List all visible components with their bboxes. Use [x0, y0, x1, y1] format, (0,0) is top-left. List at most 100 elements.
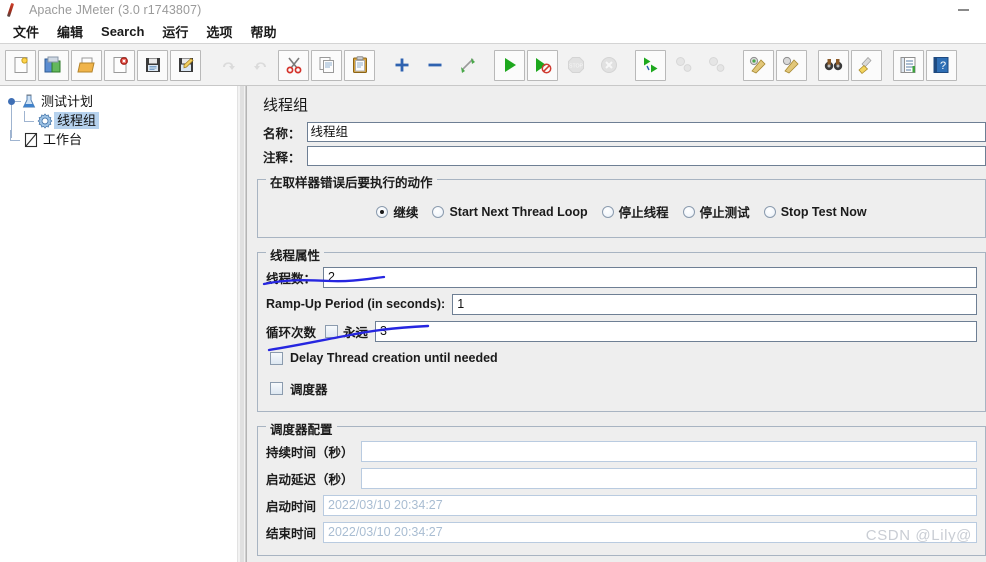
- thread-group-gear-icon: [36, 112, 54, 130]
- minimize-button[interactable]: [940, 0, 986, 20]
- delay-thread-creation-row[interactable]: Delay Thread creation until needed: [270, 347, 977, 369]
- remote-start-all-icon[interactable]: [635, 49, 666, 81]
- thread-properties-group: 线程属性 线程数： 2 Ramp-Up Period (in seconds):…: [257, 245, 986, 412]
- tree-node-workbench[interactable]: 工作台: [6, 130, 237, 149]
- cut-scissors-icon[interactable]: [278, 49, 309, 81]
- start-play-icon[interactable]: [494, 49, 525, 81]
- tree-node-thread-group[interactable]: 线程组: [6, 111, 237, 130]
- toolbar-separator: [808, 50, 817, 81]
- radio-stop-thread[interactable]: 停止线程: [601, 202, 669, 221]
- test-plan-tree-panel: 测试计划 线程组 工作台: [0, 86, 237, 562]
- templates-icon[interactable]: [38, 49, 69, 81]
- duration-input[interactable]: [360, 440, 977, 462]
- startup-delay-label: 启动延迟（秒）: [266, 472, 354, 487]
- window-titlebar: Apache JMeter (3.0 r1743807): [0, 0, 986, 20]
- radio-icon: [682, 205, 695, 218]
- tree-node-label: 线程组: [54, 112, 100, 129]
- jmeter-feather-icon: [3, 1, 23, 19]
- end-time-label: 结束时间: [266, 526, 317, 541]
- loop-count-label: 循环次数: [266, 325, 317, 340]
- duration-row: 持续时间（秒）: [266, 439, 977, 463]
- csdn-watermark: CSDN @Lily@: [865, 527, 972, 544]
- save-as-icon[interactable]: [170, 49, 201, 81]
- start-no-timers-icon[interactable]: [527, 49, 558, 81]
- delay-thread-creation-checkbox[interactable]: [270, 351, 283, 365]
- forever-checkbox[interactable]: [325, 324, 339, 338]
- on-sampler-error-radios: 继续 Start Next Thread Loop 停止线程 停止测试 Stop…: [266, 192, 977, 229]
- toolbar-separator: [733, 50, 742, 81]
- toolbar-separator: [883, 50, 892, 81]
- paste-clipboard-icon[interactable]: [344, 49, 375, 81]
- radio-icon: [763, 205, 776, 218]
- toolbar: STOP ?: [0, 45, 986, 86]
- menubar: 文件 编辑 Search 运行 选项 帮助: [0, 20, 986, 44]
- redo-icon: [245, 50, 276, 81]
- page-title: 线程组: [263, 97, 309, 114]
- num-threads-input[interactable]: 2: [323, 266, 977, 288]
- remote-shutdown-all-icon: [701, 50, 732, 81]
- forever-label: 永远: [343, 325, 369, 340]
- save-icon[interactable]: [137, 49, 168, 81]
- ramp-up-input[interactable]: 1: [452, 293, 977, 315]
- tree-expand-handle-icon[interactable]: [6, 92, 21, 111]
- expand-all-plus-icon[interactable]: [386, 50, 417, 81]
- ramp-up-row: Ramp-Up Period (in seconds): 1: [266, 292, 977, 316]
- help-icon[interactable]: ?: [926, 49, 957, 81]
- menu-search[interactable]: Search: [92, 22, 153, 41]
- comment-input[interactable]: [306, 146, 986, 166]
- num-threads-row: 线程数： 2: [266, 265, 977, 289]
- clear-icon[interactable]: [743, 49, 774, 81]
- menu-run[interactable]: 运行: [153, 20, 197, 43]
- toolbar-separator: [484, 50, 493, 81]
- splitter-grip[interactable]: [240, 86, 244, 562]
- jmeter-window: Apache JMeter (3.0 r1743807) 文件 编辑 Searc…: [0, 0, 986, 562]
- name-row: 名称： 线程组: [247, 121, 986, 143]
- loop-count-input[interactable]: 3: [375, 320, 977, 342]
- close-document-icon[interactable]: [104, 49, 135, 81]
- toggle-enable-icon[interactable]: [452, 50, 483, 81]
- collapse-all-minus-icon[interactable]: [419, 50, 450, 81]
- start-time-input[interactable]: 2022/03/10 20:34:27: [323, 494, 977, 516]
- tree-node-test-plan[interactable]: 测试计划: [6, 92, 237, 111]
- radio-label: 停止线程: [618, 206, 669, 220]
- scheduler-row[interactable]: 调度器: [270, 377, 977, 399]
- radio-label: 停止测试: [699, 206, 750, 220]
- new-document-icon[interactable]: [5, 49, 36, 81]
- radio-label: Stop Test Now: [780, 204, 867, 219]
- open-folder-icon[interactable]: [71, 49, 102, 81]
- name-label: 名称：: [263, 126, 301, 141]
- panel-splitter[interactable]: [237, 86, 246, 562]
- toolbar-separator: [202, 50, 211, 81]
- test-plan-icon: [20, 93, 38, 111]
- duration-label: 持续时间（秒）: [266, 445, 354, 460]
- stop-icon: STOP: [560, 50, 591, 81]
- radio-icon: [432, 205, 445, 218]
- radio-icon: [376, 205, 389, 218]
- radio-continue[interactable]: 继续: [376, 202, 418, 221]
- name-input[interactable]: 线程组: [306, 122, 986, 142]
- reset-search-broom-icon[interactable]: [851, 49, 882, 81]
- startup-delay-row: 启动延迟（秒）: [266, 466, 977, 490]
- test-plan-tree: 测试计划 线程组 工作台: [0, 86, 237, 149]
- on-sampler-error-title: 在取样器错误后要执行的动作: [266, 172, 437, 191]
- copy-icon[interactable]: [311, 49, 342, 81]
- radio-stop-test-now[interactable]: Stop Test Now: [763, 204, 867, 219]
- scheduler-config-title: 调度器配置: [266, 419, 337, 438]
- startup-delay-input[interactable]: [360, 467, 977, 489]
- menu-help[interactable]: 帮助: [241, 20, 285, 43]
- radio-start-next-thread-loop[interactable]: Start Next Thread Loop: [432, 205, 588, 219]
- radio-stop-test[interactable]: 停止测试: [682, 202, 750, 221]
- search-binoculars-icon[interactable]: [818, 49, 849, 81]
- toolbar-separator: [625, 50, 634, 81]
- radio-label: 继续: [393, 206, 419, 220]
- menu-file[interactable]: 文件: [4, 20, 48, 43]
- window-title: Apache JMeter (3.0 r1743807): [29, 3, 202, 17]
- menu-options[interactable]: 选项: [197, 20, 241, 43]
- start-time-label: 启动时间: [266, 499, 317, 514]
- shutdown-icon: [593, 50, 624, 81]
- clear-all-icon[interactable]: [776, 49, 807, 81]
- start-time-row: 启动时间 2022/03/10 20:34:27: [266, 493, 977, 517]
- scheduler-checkbox[interactable]: [270, 381, 283, 395]
- menu-edit[interactable]: 编辑: [48, 20, 92, 43]
- function-helper-icon[interactable]: [893, 49, 924, 81]
